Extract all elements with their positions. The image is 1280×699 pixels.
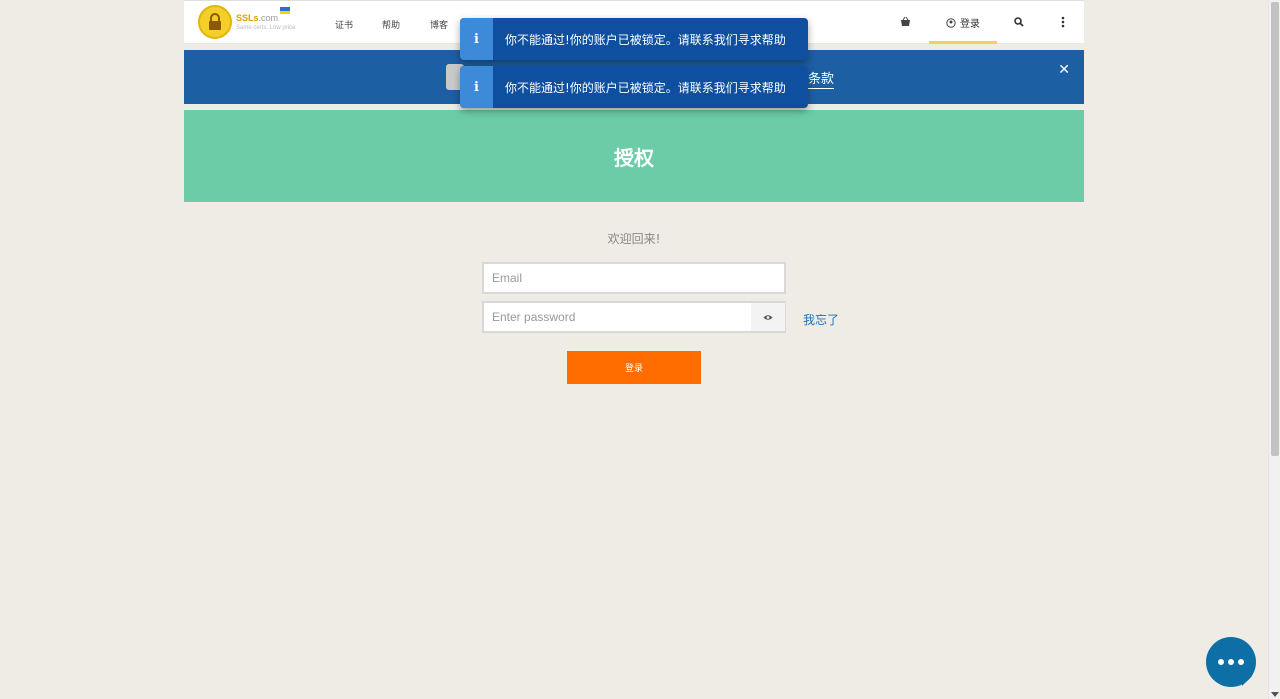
info-icon: i	[460, 18, 493, 60]
banner-terms-link[interactable]: 条款	[808, 68, 835, 89]
basket-icon[interactable]	[900, 17, 911, 27]
scrollbar-thumb[interactable]	[1271, 2, 1279, 456]
scrollbar[interactable]	[1268, 0, 1280, 699]
page-title: 授权	[614, 145, 654, 170]
toast-notification: i 你不能通过!你的账户已被锁定。请联系我们寻求帮助	[460, 18, 808, 60]
ukraine-flag-icon	[280, 7, 290, 14]
logo-domain: .com	[258, 12, 279, 23]
nav-item-blog[interactable]: 博客	[430, 18, 448, 31]
auth-header: 授权	[184, 110, 1084, 202]
toast-message: 你不能通过!你的账户已被锁定。请联系我们寻求帮助	[505, 32, 786, 47]
nav-item-help[interactable]: 帮助	[382, 18, 400, 31]
info-icon: i	[460, 66, 493, 108]
password-field[interactable]: Enter password	[482, 301, 786, 333]
padlock-icon	[198, 5, 232, 39]
email-field[interactable]: Email	[482, 262, 786, 294]
kebab-menu-icon[interactable]	[1061, 16, 1065, 28]
login-button[interactable]: 登录	[567, 351, 701, 384]
user-circle-icon	[946, 17, 956, 28]
chat-bubble-tail	[1242, 676, 1252, 686]
eye-icon[interactable]	[751, 303, 785, 331]
welcome-text: 欢迎回来!	[607, 232, 661, 246]
scroll-down-icon[interactable]	[1271, 692, 1279, 697]
search-icon[interactable]	[1014, 17, 1024, 27]
logo-name: SSLs	[236, 12, 259, 23]
toast-message: 你不能通过!你的账户已被锁定。请联系我们寻求帮助	[505, 80, 786, 95]
login-label: 登录	[960, 19, 980, 30]
forgot-password-link[interactable]: 我忘了	[803, 311, 839, 328]
close-icon[interactable]: ✕	[1058, 62, 1070, 78]
logo-tagline: Same certs. Low price	[236, 24, 296, 31]
active-underline	[929, 41, 997, 44]
toast-notification: i 你不能通过!你的账户已被锁定。请联系我们寻求帮助	[460, 66, 808, 108]
nav-item-certificates[interactable]: 证书	[335, 18, 353, 31]
login-link[interactable]: 登录	[946, 15, 980, 30]
